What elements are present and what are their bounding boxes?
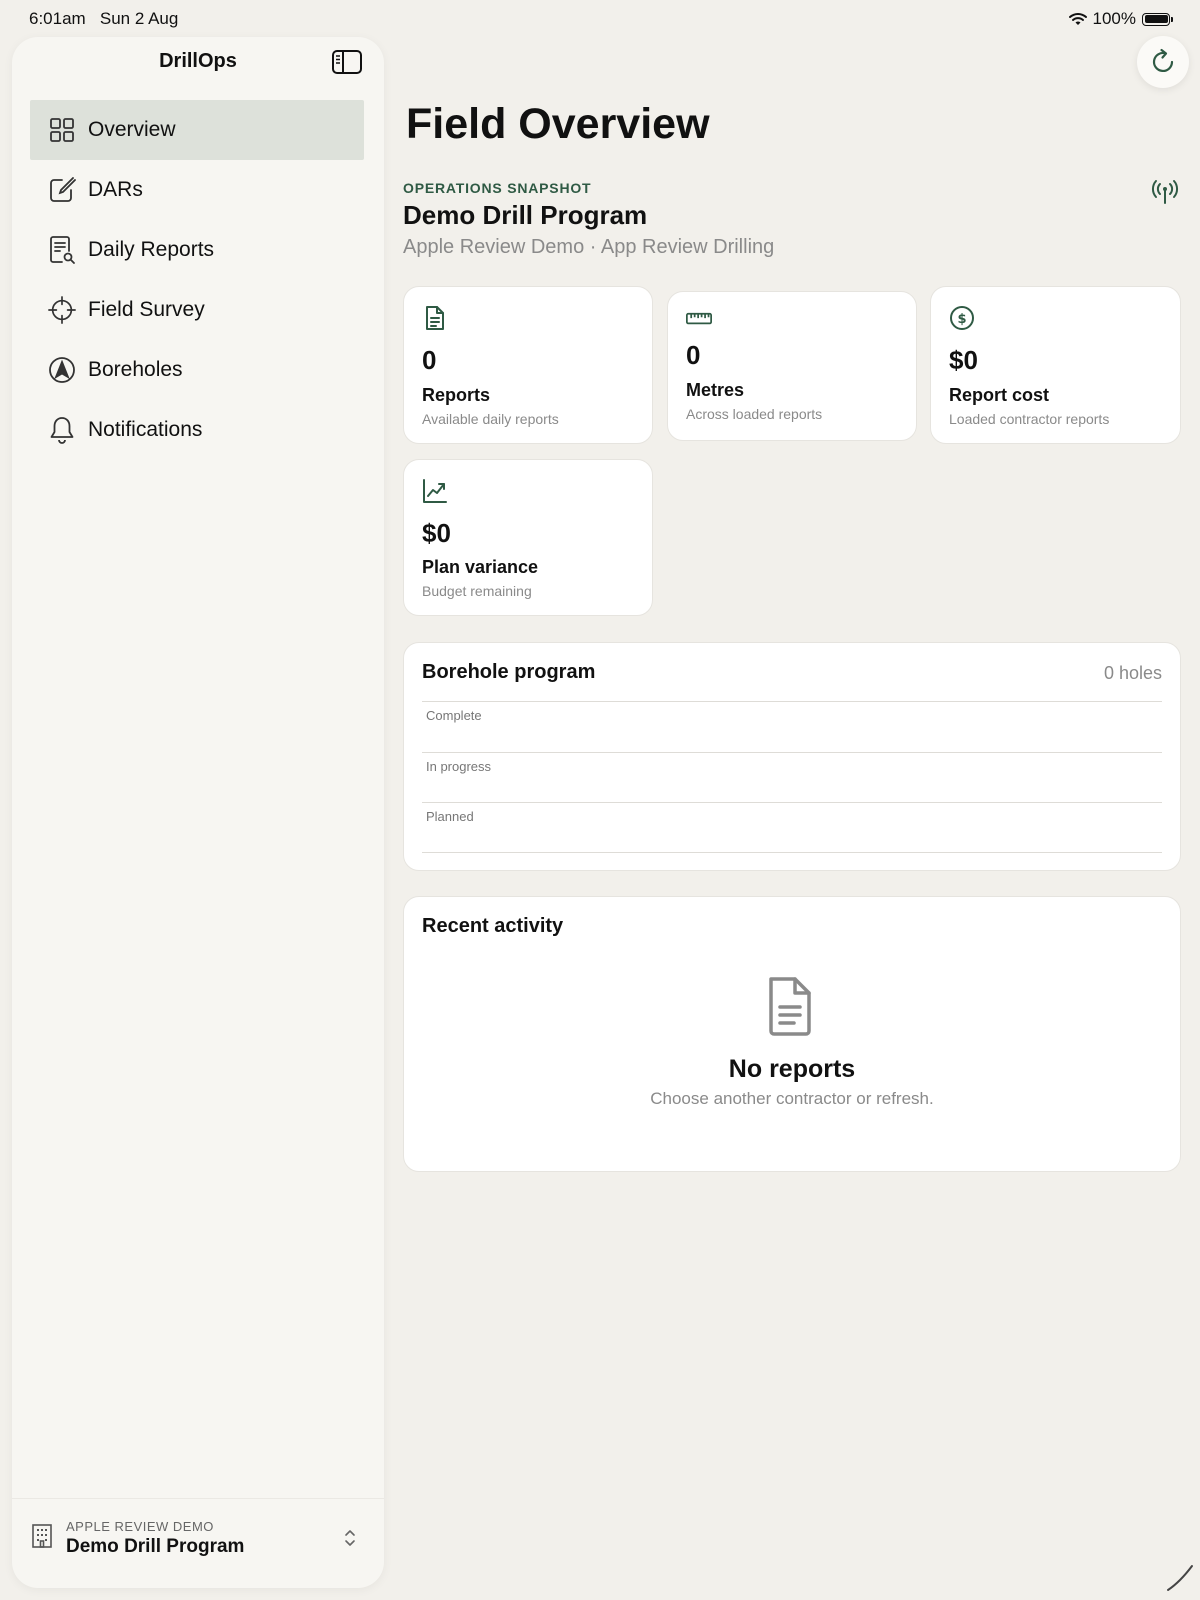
document-icon	[426, 306, 444, 330]
snapshot-label: OPERATIONS SNAPSHOT	[403, 180, 592, 196]
program-switcher[interactable]: APPLE REVIEW DEMO Demo Drill Program	[12, 1498, 384, 1589]
battery-icon	[1142, 12, 1173, 26]
empty-state-subtitle: Choose another contractor or refresh.	[650, 1089, 934, 1108]
refresh-icon	[1152, 48, 1174, 73]
program-row-planned: Planned	[422, 802, 1162, 853]
sidebar-nav: Overview DARs Daily Reports Field Survey…	[30, 100, 364, 460]
pencil-stroke-icon	[1167, 1565, 1193, 1591]
sidebar-item-label: Overview	[88, 118, 176, 141]
empty-state-title: No reports	[728, 1055, 856, 1083]
sidebar-item-daily-reports[interactable]: Daily Reports	[30, 220, 364, 280]
refresh-button[interactable]	[1137, 36, 1189, 88]
antenna-signal-icon	[1152, 180, 1178, 204]
location-arrow-icon	[48, 356, 76, 384]
stat-value: 0	[686, 340, 701, 370]
svg-text:$: $	[957, 312, 966, 327]
stat-label: Plan variance	[422, 557, 539, 577]
battery-percent: 100%	[1092, 9, 1136, 28]
recent-activity-card: Recent activity No reports Choose anothe…	[403, 896, 1181, 1172]
trend-icon	[423, 479, 447, 503]
sidebar-item-dars[interactable]: DARs	[30, 160, 364, 220]
program-row-complete: Complete	[422, 701, 1162, 752]
sidebar-item-label: Daily Reports	[88, 238, 215, 261]
grid-icon	[48, 116, 76, 144]
stat-value: 0	[422, 345, 437, 375]
program-row-label: Planned	[426, 809, 474, 824]
borehole-program-card: Borehole program 0 holes Complete In pro…	[403, 642, 1181, 871]
program-row-label: Complete	[426, 708, 482, 723]
report-search-icon	[48, 236, 76, 264]
building-icon	[32, 1524, 52, 1548]
sidebar-item-label: Boreholes	[88, 358, 183, 381]
program-label: Demo Drill Program	[66, 1536, 245, 1557]
page-title: Field Overview	[406, 100, 710, 148]
sidebar-item-boreholes[interactable]: Boreholes	[30, 340, 364, 400]
sidebar-item-label: Notifications	[88, 418, 203, 441]
sidebar: DrillOps Overview DARs Daily Reports Fie…	[12, 37, 384, 1588]
program-title: Demo Drill Program	[403, 200, 648, 230]
section-title: Borehole program	[422, 661, 596, 683]
stat-value: $0	[422, 518, 451, 548]
status-date: Sun 2 Aug	[99, 9, 179, 28]
hole-count: 0 holes	[1103, 663, 1162, 683]
section-title: Recent activity	[422, 915, 564, 937]
status-time: 6:01am Sun 2 Aug	[29, 9, 179, 28]
sidebar-item-label: DARs	[88, 178, 143, 201]
bell-icon	[48, 416, 76, 444]
divider	[422, 852, 1162, 853]
stat-label: Metres	[686, 380, 745, 400]
wifi-icon	[1068, 13, 1087, 25]
chevron-up-down-icon	[345, 1530, 355, 1546]
stat-value: $0	[949, 345, 978, 375]
stat-card-reports: 0 Reports Available daily reports	[403, 286, 653, 444]
sidebar-item-notifications[interactable]: Notifications	[30, 400, 364, 460]
ruler-icon	[686, 312, 712, 325]
sidebar-icon	[332, 50, 362, 74]
status-indicators: 100%	[1068, 9, 1173, 29]
compose-icon	[48, 176, 76, 204]
program-subtitle: Apple Review Demo · App Review Drilling	[403, 236, 775, 258]
status-bar: 6:01am Sun 2 Aug 100%	[0, 0, 1200, 36]
stat-card-metres: 0 Metres Across loaded reports	[667, 291, 917, 441]
sidebar-toggle-button[interactable]	[332, 50, 362, 74]
dollar-icon: $	[950, 306, 974, 330]
sidebar-title: DrillOps	[159, 50, 237, 72]
stat-subtitle: Available daily reports	[422, 411, 559, 427]
document-icon	[769, 977, 811, 1036]
stat-label: Reports	[422, 385, 491, 405]
stat-card-plan-variance: $0 Plan variance Budget remaining	[403, 459, 653, 616]
org-label: APPLE REVIEW DEMO	[66, 1519, 214, 1534]
crosshair-icon	[48, 296, 76, 324]
stat-card-report-cost: $ $0 Report cost Loaded contractor repor…	[930, 286, 1181, 444]
sidebar-item-label: Field Survey	[88, 298, 205, 321]
stat-subtitle: Across loaded reports	[686, 406, 823, 422]
stat-label: Report cost	[949, 385, 1050, 405]
program-row-in-progress: In progress	[422, 752, 1162, 803]
sidebar-item-overview[interactable]: Overview	[30, 100, 364, 160]
stat-subtitle: Budget remaining	[422, 583, 532, 599]
stat-subtitle: Loaded contractor reports	[949, 411, 1110, 427]
program-row-label: In progress	[426, 759, 492, 774]
sidebar-item-field-survey[interactable]: Field Survey	[30, 280, 364, 340]
